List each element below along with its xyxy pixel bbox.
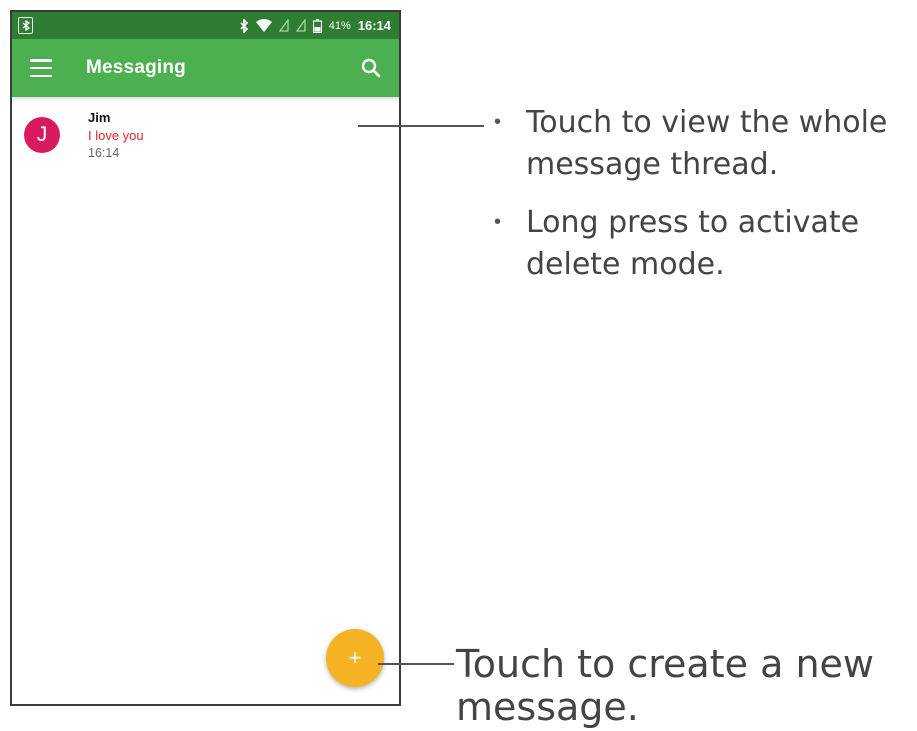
app-bar: Messaging bbox=[12, 39, 399, 97]
clock: 16:14 bbox=[357, 18, 391, 33]
bullet-dot: • bbox=[494, 111, 502, 133]
callout-line-text: message. bbox=[456, 685, 639, 729]
bullet-dot: • bbox=[494, 211, 502, 233]
callout-line-text: message thread. bbox=[526, 147, 779, 182]
battery-icon bbox=[312, 18, 322, 33]
status-icons: 41% 16:14 bbox=[239, 18, 391, 33]
callout-line bbox=[378, 663, 454, 665]
conversation-item[interactable]: J Jim I love you 16:14 bbox=[12, 97, 399, 173]
no-sim-icon bbox=[278, 19, 289, 32]
battery-percent: 41% bbox=[328, 19, 351, 32]
callout-line-text: Touch to create a new bbox=[456, 642, 874, 686]
wifi-icon bbox=[255, 19, 272, 32]
message-snippet: I love you bbox=[88, 128, 144, 143]
callout-line bbox=[358, 125, 484, 127]
status-bar: 41% 16:14 bbox=[12, 12, 399, 39]
contact-name: Jim bbox=[88, 110, 111, 125]
callout-text: Touch to view the whole message thread. bbox=[526, 102, 887, 186]
notification-icon bbox=[18, 17, 33, 34]
callout-line-text: Long press to activate bbox=[526, 205, 860, 240]
plus-icon: + bbox=[348, 645, 362, 670]
callout-text: Touch to create a new message. bbox=[456, 643, 874, 729]
new-message-button[interactable]: + bbox=[326, 629, 384, 687]
avatar: J bbox=[24, 117, 60, 153]
callout-text: Long press to activate delete mode. bbox=[526, 202, 859, 286]
app-title: Messaging bbox=[86, 57, 186, 78]
phone-screen: 41% 16:14 Messaging J Jim I love you 16:… bbox=[10, 10, 401, 706]
menu-icon[interactable] bbox=[30, 59, 52, 77]
message-time: 16:14 bbox=[88, 146, 120, 160]
no-sim-icon bbox=[295, 19, 306, 32]
search-icon[interactable] bbox=[359, 56, 383, 80]
callout-line-text: delete mode. bbox=[526, 247, 725, 282]
callout-line-text: Touch to view the whole bbox=[526, 105, 888, 140]
bluetooth-icon bbox=[239, 18, 249, 33]
